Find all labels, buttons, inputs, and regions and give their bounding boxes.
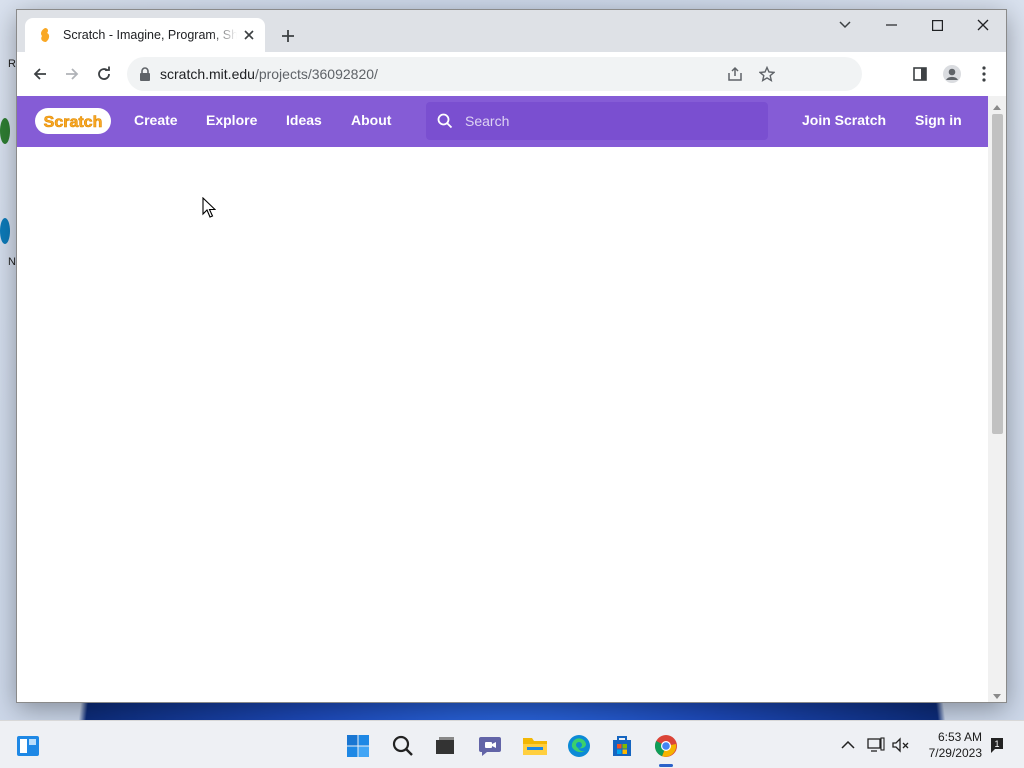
tab-search-icon[interactable] <box>822 10 868 40</box>
browser-window: Scratch - Imagine, Program, Share scratc… <box>17 10 1006 702</box>
file-explorer-icon[interactable] <box>522 733 548 759</box>
title-bar: Scratch - Imagine, Program, Share <box>17 10 1006 52</box>
browser-tab[interactable]: Scratch - Imagine, Program, Share <box>25 18 265 52</box>
network-icon[interactable] <box>866 735 886 755</box>
nav-explore[interactable]: Explore <box>206 112 257 128</box>
clock-time: 6:53 AM <box>937 730 982 744</box>
scroll-thumb[interactable] <box>992 114 1003 434</box>
tab-title: Scratch - Imagine, Program, Share <box>63 28 237 42</box>
menu-dots-icon[interactable] <box>970 60 998 88</box>
store-icon[interactable] <box>609 733 635 759</box>
scratch-navbar: Scratch Create Explore Ideas About Searc… <box>17 96 988 147</box>
active-app-indicator <box>659 764 673 767</box>
browser-toolbar: scratch.mit.edu/projects/36092820/ <box>17 52 1006 97</box>
chevron-up-icon[interactable] <box>838 735 858 755</box>
desktop-icon-label: N <box>8 256 16 268</box>
teams-chat-icon[interactable] <box>477 733 503 759</box>
maximize-button[interactable] <box>914 10 960 40</box>
new-tab-button[interactable] <box>277 25 299 47</box>
widgets-icon[interactable] <box>15 733 41 759</box>
svg-text:1: 1 <box>994 739 999 749</box>
mouse-cursor-icon <box>202 196 217 224</box>
scratch-favicon-icon <box>37 27 53 43</box>
address-bar[interactable]: scratch.mit.edu/projects/36092820/ <box>127 57 862 91</box>
scroll-down-arrow-icon[interactable] <box>992 688 1002 706</box>
minimize-button[interactable] <box>868 10 914 40</box>
side-panel-icon[interactable] <box>906 60 934 88</box>
clock-date: 7/29/2023 <box>928 746 982 760</box>
close-tab-icon[interactable] <box>241 27 257 43</box>
close-window-button[interactable] <box>960 10 1006 40</box>
url-text: scratch.mit.edu/projects/36092820/ <box>160 66 378 82</box>
scratch-logo[interactable]: Scratch <box>34 106 112 136</box>
search-icon[interactable] <box>390 733 416 759</box>
nav-about[interactable]: About <box>351 112 391 128</box>
sign-in-link[interactable]: Sign in <box>915 112 962 128</box>
nav-ideas[interactable]: Ideas <box>286 112 322 128</box>
nav-create[interactable]: Create <box>134 112 178 128</box>
bookmark-star-icon[interactable] <box>757 64 777 84</box>
edge-icon[interactable] <box>566 733 592 759</box>
forward-icon[interactable] <box>58 60 86 88</box>
share-icon[interactable] <box>725 64 745 84</box>
taskbar: 6:53 AM 7/29/2023 1 <box>0 720 1024 768</box>
task-view-icon[interactable] <box>432 733 458 759</box>
join-scratch-link[interactable]: Join Scratch <box>802 112 886 128</box>
notification-icon[interactable]: 1 <box>987 735 1007 755</box>
system-clock[interactable]: 6:53 AM 7/29/2023 <box>918 729 982 761</box>
search-placeholder: Search <box>465 113 510 129</box>
start-icon[interactable] <box>345 733 371 759</box>
search-input[interactable]: Search <box>426 102 768 140</box>
page-scrollbar[interactable] <box>988 96 1006 702</box>
desktop-app-icon[interactable] <box>0 118 10 144</box>
lock-icon[interactable] <box>139 67 151 86</box>
search-icon <box>437 113 453 134</box>
volume-muted-icon[interactable] <box>891 735 911 755</box>
logo-text: Scratch <box>44 114 103 131</box>
page-viewport: Scratch Create Explore Ideas About Searc… <box>17 96 988 702</box>
reload-icon[interactable] <box>90 60 118 88</box>
profile-icon[interactable] <box>938 60 966 88</box>
chrome-icon[interactable] <box>653 733 679 759</box>
desktop-icon-label: R <box>8 58 16 70</box>
desktop-app-icon[interactable] <box>0 218 10 244</box>
back-icon[interactable] <box>26 60 54 88</box>
